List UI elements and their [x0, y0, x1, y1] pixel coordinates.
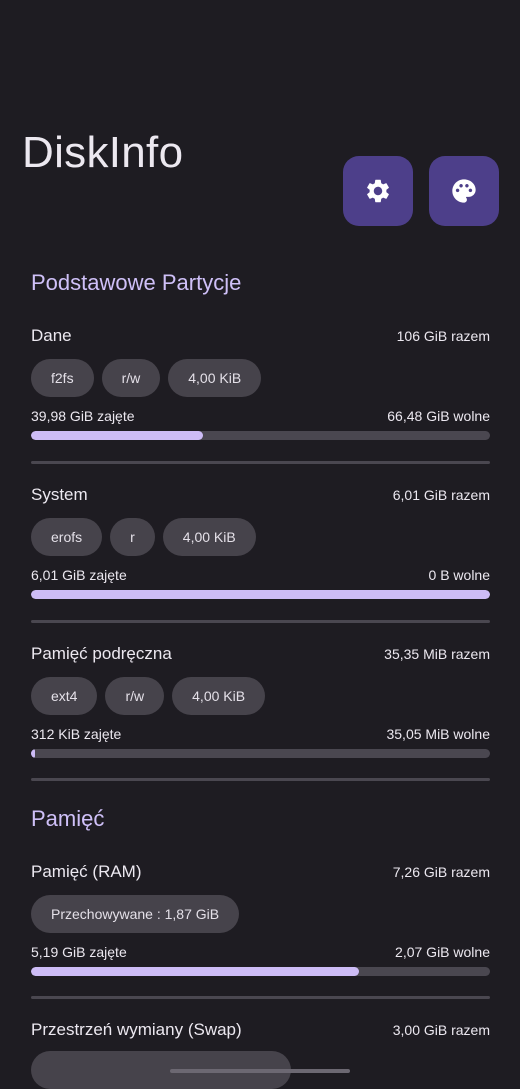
- partition-chips: f2fs r/w 4,00 KiB: [31, 359, 262, 397]
- divider: [31, 996, 490, 999]
- partition-card-data: Dane 106 GiB razem f2fs r/w 4,00 KiB 39,…: [31, 326, 490, 446]
- chip-filesystem[interactable]: ext4: [31, 677, 98, 715]
- partition-card-system: System 6,01 GiB razem erofs r 4,00 KiB 6…: [31, 485, 490, 605]
- used-label: 39,98 GiB zajęte: [31, 408, 135, 424]
- chip-cached[interactable]: Przechowywane : 1,87 GiB: [31, 895, 240, 933]
- memory-total: 7,26 GiB razem: [392, 864, 490, 880]
- used-label: 5,19 GiB zajęte: [31, 944, 127, 960]
- memory-name: Przestrzeń wymiany (Swap): [31, 1020, 242, 1039]
- memory-card-ram: Pamięć (RAM) 7,26 GiB razem Przechowywan…: [31, 862, 490, 982]
- usage-bar: [31, 749, 490, 758]
- partition-name: System: [31, 485, 88, 504]
- theme-button[interactable]: [429, 156, 499, 226]
- partition-total: 106 GiB razem: [396, 328, 490, 344]
- divider: [31, 461, 490, 464]
- partition-total: 35,35 MiB razem: [384, 646, 490, 662]
- memory-total: 3,00 GiB razem: [392, 1022, 490, 1038]
- section-title-partitions: Podstawowe Partycje: [31, 270, 242, 295]
- chip-access-mode[interactable]: r/w: [105, 677, 165, 715]
- divider: [31, 778, 490, 781]
- partition-chips: ext4 r/w 4,00 KiB: [31, 677, 266, 715]
- app-title: DiskInfo: [22, 128, 184, 177]
- chip-block-size[interactable]: 4,00 KiB: [172, 677, 266, 715]
- free-label: 66,48 GiB wolne: [387, 408, 490, 424]
- free-label: 2,07 GiB wolne: [395, 944, 490, 960]
- chip-filesystem[interactable]: f2fs: [31, 359, 94, 397]
- usage-bar-fill: [31, 431, 204, 440]
- chip-block-size[interactable]: 4,00 KiB: [162, 518, 256, 556]
- used-label: 312 KiB zajęte: [31, 726, 122, 742]
- section-title-memory: Pamięć: [31, 806, 105, 831]
- partition-chips: erofs r 4,00 KiB: [31, 518, 256, 556]
- usage-bar: [31, 967, 490, 976]
- partition-total: 6,01 GiB razem: [392, 487, 490, 503]
- chip-filesystem[interactable]: erofs: [31, 518, 103, 556]
- chip-access-mode[interactable]: r: [110, 518, 155, 556]
- memory-chips: Przechowywane : 1,87 GiB: [31, 895, 240, 933]
- usage-bar: [31, 590, 490, 599]
- gear-icon: [367, 179, 389, 203]
- usage-bar-fill: [31, 967, 360, 976]
- partition-name: Pamięć podręczna: [31, 644, 172, 663]
- usage-bar: [31, 431, 490, 440]
- settings-button[interactable]: [343, 156, 413, 226]
- divider: [31, 620, 490, 623]
- used-label: 6,01 GiB zajęte: [31, 567, 127, 583]
- palette-icon: [452, 179, 476, 203]
- chip-access-mode[interactable]: r/w: [101, 359, 161, 397]
- partition-card-cache: Pamięć podręczna 35,35 MiB razem ext4 r/…: [31, 644, 490, 764]
- usage-bar-fill: [31, 749, 36, 758]
- free-label: 0 B wolne: [428, 567, 490, 583]
- home-indicator[interactable]: [170, 1069, 350, 1073]
- chip-block-size[interactable]: 4,00 KiB: [168, 359, 262, 397]
- partition-name: Dane: [31, 326, 72, 345]
- free-label: 35,05 MiB wolne: [386, 726, 490, 742]
- usage-bar-fill: [31, 590, 490, 599]
- memory-name: Pamięć (RAM): [31, 862, 142, 881]
